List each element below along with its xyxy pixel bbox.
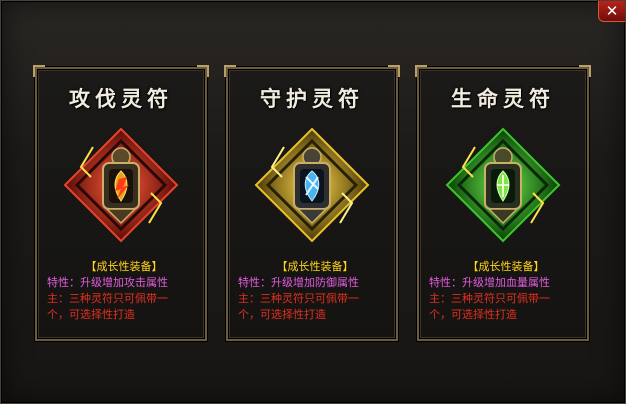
card-title: 攻伐灵符	[69, 87, 173, 111]
attack-talisman-card[interactable]: 攻伐灵符 【成长性装备】 特性：升级增加攻击属性 主：三种灵符只可佩带一 个，可…	[33, 65, 209, 341]
attack-talisman-icon[interactable]	[63, 127, 179, 243]
trait-text: 特性：升级增加防御属性	[238, 276, 359, 289]
life-talisman-card[interactable]: 生命灵符 【成长性装备】 特性：升级增加血量属性 主：三种灵符只可佩带一 个，可…	[415, 65, 591, 341]
close-icon: ✕	[605, 2, 619, 20]
note-line-2: 个，可选择性打造	[47, 308, 135, 321]
card-info: 【成长性装备】 特性：升级增加防御属性 主：三种灵符只可佩带一 个，可选择性打造	[238, 259, 392, 323]
growth-equipment-tag: 【成长性装备】	[467, 260, 545, 273]
card-title: 守护灵符	[260, 87, 364, 111]
trait-text: 特性：升级增加攻击属性	[47, 276, 168, 289]
note-line-2: 个，可选择性打造	[238, 308, 326, 321]
guard-talisman-card[interactable]: 守护灵符 【成长性装备】 特性：升级增加防御属性 主：三种灵符只可佩带一 个，可…	[224, 65, 400, 341]
note-line-1: 主：三种灵符只可佩带一	[429, 292, 550, 305]
card-title: 生命灵符	[451, 87, 555, 111]
growth-equipment-tag: 【成长性装备】	[276, 260, 354, 273]
note-line-2: 个，可选择性打造	[429, 308, 517, 321]
trait-text: 特性：升级增加血量属性	[429, 276, 550, 289]
note-line-1: 主：三种灵符只可佩带一	[238, 292, 359, 305]
card-info: 【成长性装备】 特性：升级增加攻击属性 主：三种灵符只可佩带一 个，可选择性打造	[47, 259, 201, 323]
life-talisman-icon[interactable]	[445, 127, 561, 243]
close-button[interactable]: ✕	[598, 1, 625, 22]
growth-equipment-tag: 【成长性装备】	[85, 260, 163, 273]
guard-talisman-icon[interactable]	[254, 127, 370, 243]
note-line-1: 主：三种灵符只可佩带一	[47, 292, 168, 305]
talisman-window: ✕ 攻伐灵符 【成长性装备】 特性：升级增加攻击属性 主：三种灵符只可佩带一 个…	[0, 0, 626, 404]
card-info: 【成长性装备】 特性：升级增加血量属性 主：三种灵符只可佩带一 个，可选择性打造	[429, 259, 583, 323]
